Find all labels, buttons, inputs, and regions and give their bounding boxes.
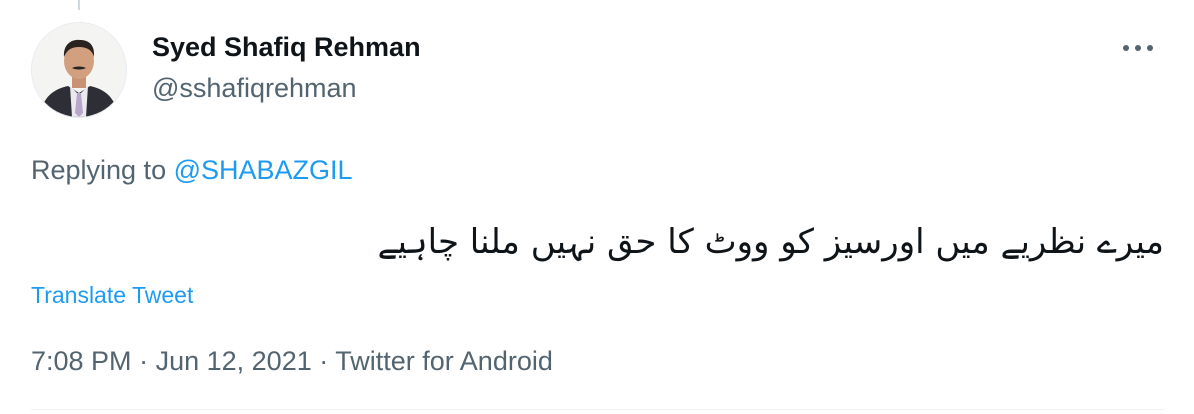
author-display-name[interactable]: Syed Shafiq Rehman: [152, 32, 421, 63]
more-horizontal-icon: [1123, 45, 1153, 51]
tweet-metadata: 7:08 PM · Jun 12, 2021 · Twitter for And…: [31, 346, 553, 377]
avatar-photo-icon: [32, 23, 126, 117]
tweet-date-link[interactable]: Jun 12, 2021: [156, 346, 312, 376]
meta-separator: ·: [139, 346, 149, 376]
author-handle[interactable]: @sshafiqrehman: [152, 73, 357, 104]
avatar[interactable]: [31, 22, 127, 118]
meta-separator: ·: [319, 346, 329, 376]
tweet-time-link[interactable]: 7:08 PM: [31, 346, 132, 376]
tweet-text: میرے نظریے میں اورسیز کو ووٹ کا حق نہیں …: [377, 222, 1164, 262]
translate-tweet-link[interactable]: Translate Tweet: [31, 282, 193, 309]
replying-to-label: Replying to: [31, 155, 167, 185]
more-options-button[interactable]: [1118, 34, 1158, 62]
replying-to-line: Replying to @SHABAZGIL: [31, 155, 353, 186]
tweet-source-link[interactable]: Twitter for Android: [335, 346, 553, 376]
divider: [31, 409, 1164, 410]
replying-to-mention-link[interactable]: @SHABAZGIL: [174, 155, 353, 185]
thread-connector-line: [78, 0, 80, 10]
